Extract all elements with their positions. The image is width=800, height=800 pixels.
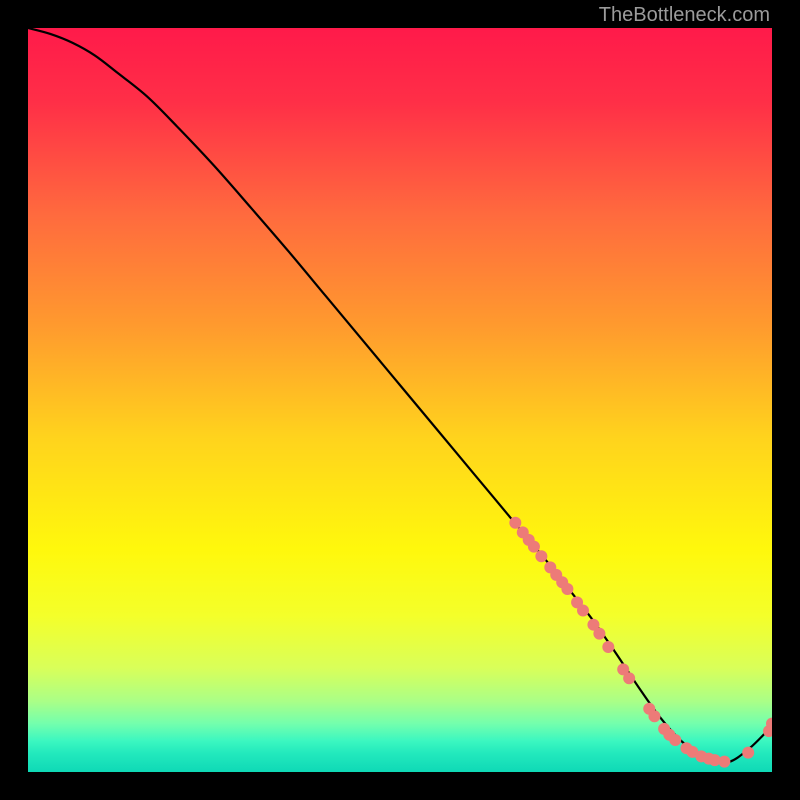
highlight-dot — [509, 517, 521, 529]
bottleneck-curve — [28, 28, 772, 763]
highlight-dots-group — [509, 517, 772, 768]
watermark-text: TheBottleneck.com — [599, 4, 770, 27]
highlight-dot — [669, 734, 681, 746]
highlight-dot — [528, 541, 540, 553]
curve-svg — [28, 28, 772, 772]
highlight-dot — [561, 583, 573, 595]
plot-area — [28, 28, 772, 772]
highlight-dot — [602, 641, 614, 653]
highlight-dot — [742, 747, 754, 759]
highlight-dot — [535, 550, 547, 562]
highlight-dot — [718, 756, 730, 768]
chart-container: TheBottleneck.com — [0, 0, 800, 800]
highlight-dot — [593, 628, 605, 640]
highlight-dot — [648, 710, 660, 722]
highlight-dot — [623, 672, 635, 684]
highlight-dot — [577, 605, 589, 617]
